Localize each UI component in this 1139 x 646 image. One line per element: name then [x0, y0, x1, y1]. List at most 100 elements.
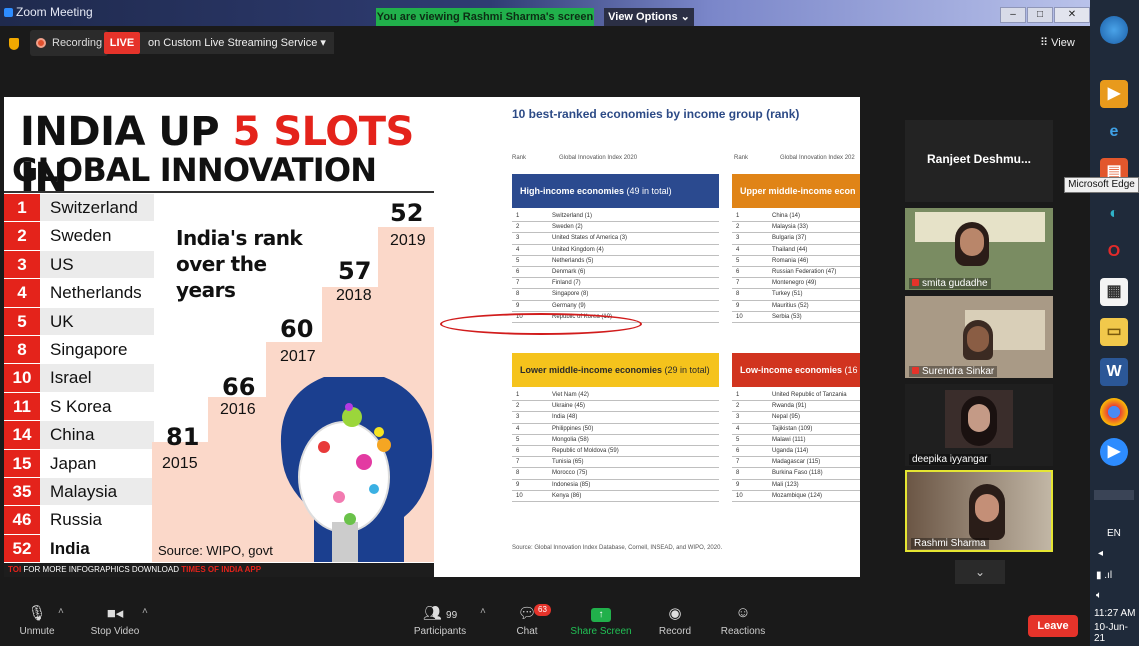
row-rank: 3 — [516, 414, 520, 421]
recording-indicator[interactable]: Recording — [30, 30, 109, 56]
participants-caret-icon[interactable]: ˄ — [480, 606, 486, 617]
table-row: 4 Tajikistan (109) — [732, 424, 860, 435]
head-bulb-illustration — [280, 377, 433, 562]
share-screen-button[interactable]: ↑ Share Screen — [566, 604, 636, 637]
row-rank: 9 — [736, 302, 740, 309]
row-economy: Uganda (114) — [772, 448, 809, 455]
table-row: 5 Mongolia (58) — [512, 435, 719, 446]
leave-button[interactable]: Leave — [1028, 615, 1078, 637]
row-rank: 6 — [736, 448, 740, 455]
row-economy: Thailand (44) — [772, 246, 808, 253]
table-row: 3 Nepal (95) — [732, 412, 860, 424]
zoom-icon — [4, 8, 13, 17]
tray-chevron-icon[interactable]: ◂ — [1098, 548, 1103, 559]
opera-icon[interactable]: O — [1100, 238, 1128, 266]
group-lower-middle: Lower middle-income economies (29 in tot… — [512, 353, 719, 387]
year-rank: 57 — [338, 257, 372, 285]
row-economy: Bulgaria (37) — [772, 235, 807, 242]
table-row: 8 Singapore (8) — [512, 289, 719, 301]
chat-label: Chat — [516, 626, 538, 637]
participant-tile[interactable]: deepika iyyangar — [905, 384, 1053, 466]
year-label: 2018 — [336, 287, 372, 304]
close-button[interactable]: ✕ — [1054, 7, 1090, 23]
table-title: 10 best-ranked economies by income group… — [512, 107, 800, 121]
media-player-icon[interactable]: ▶ — [1100, 80, 1128, 108]
start-button-icon[interactable] — [1100, 16, 1128, 44]
chrome-icon[interactable] — [1100, 398, 1128, 426]
row-rank: 1 — [516, 392, 520, 399]
gallery-scroll-down-chevron-icon[interactable]: ⌄ — [955, 560, 1005, 584]
row-rank: 3 — [736, 235, 740, 242]
volume-icon[interactable]: 🔈︎ — [1096, 590, 1102, 601]
stop-video-button[interactable]: ■◂ Stop Video — [80, 604, 150, 637]
internet-explorer-icon[interactable]: e — [1100, 118, 1128, 146]
word-icon[interactable]: W — [1100, 358, 1128, 386]
row-economy: Burkina Faso (118) — [772, 470, 823, 477]
zoom-app-icon[interactable]: ▶ — [1100, 438, 1128, 466]
row-economy: Nepal (95) — [772, 414, 801, 421]
participant-tile[interactable]: smita gudadhe — [905, 208, 1053, 290]
network-signal-icon[interactable]: ▮ .ıl — [1096, 570, 1112, 581]
group-count: (16 — [844, 365, 858, 375]
participant-tile-active-speaker[interactable]: Rashmi Sharma — [905, 470, 1053, 552]
record-button[interactable]: ◉ Record — [640, 604, 710, 637]
rank-country: S Korea — [40, 392, 154, 421]
live-stream-dropdown[interactable]: on Custom Live Streaming Service ▾ — [140, 32, 334, 54]
table-row: 3 United States of America (3) — [512, 233, 719, 245]
record-label: Record — [658, 626, 692, 637]
caption-line: years — [176, 278, 236, 302]
language-indicator[interactable]: EN — [1107, 528, 1121, 539]
row-economy: Morocco (75) — [552, 470, 588, 477]
row-rank: 6 — [516, 448, 520, 455]
rank-number: 2 — [4, 222, 40, 250]
rank-country: Netherlands — [40, 279, 154, 307]
year-rank: 52 — [390, 199, 424, 227]
security-shield-icon[interactable] — [9, 38, 19, 50]
meeting-toolbar: 🎙︎ Unmute ˄ ■◂ Stop Video ˄ 👥︎ 99 Partic… — [0, 596, 1090, 646]
year-label: 2019 — [390, 232, 426, 249]
row-economy: Netherlands (5) — [552, 257, 594, 264]
footer-app: TIMES OF INDIA APP — [181, 565, 262, 574]
table-row: 8 Burkina Faso (118) — [732, 468, 860, 480]
row-rank: 4 — [736, 425, 740, 432]
audio-options-caret-icon[interactable]: ˄ — [58, 606, 64, 617]
mic-muted-icon — [912, 367, 919, 374]
taskbar-scrollbar[interactable] — [1094, 490, 1134, 500]
view-options-button[interactable]: View Options ⌄ — [604, 8, 694, 27]
participant-tile[interactable]: Surendra Sinkar — [905, 296, 1053, 378]
rank-row: 10 Israel — [4, 364, 154, 393]
row-rank: 8 — [736, 291, 740, 298]
clock-time[interactable]: 11:27 AM — [1094, 608, 1136, 619]
file-explorer-icon[interactable]: ▭ — [1100, 318, 1128, 346]
video-options-caret-icon[interactable]: ˄ — [142, 606, 148, 617]
reactions-button[interactable]: ☺ Reactions — [708, 604, 778, 637]
row-rank: 8 — [516, 470, 520, 477]
table-row: 3 Bulgaria (37) — [732, 233, 860, 245]
view-button[interactable]: ⠿ View — [1040, 36, 1075, 49]
chat-bubble-icon: 💬︎ — [517, 605, 537, 622]
table-row: 2 Sweden (2) — [512, 222, 719, 234]
row-rank: 4 — [736, 246, 740, 253]
rank-row: 14 China — [4, 421, 154, 450]
participant-name: Ranjeet Deshmu... — [926, 152, 1032, 166]
microsoft-edge-icon[interactable]: ◐ — [1100, 200, 1128, 228]
participants-button[interactable]: 👥︎ 99 Participants — [405, 604, 475, 637]
clock-date[interactable]: 10-Jun-21 — [1094, 622, 1139, 644]
notepad-icon[interactable]: ▦ — [1100, 278, 1128, 306]
row-rank: 5 — [736, 436, 740, 443]
rank-number: 52 — [4, 534, 40, 563]
row-rank: 9 — [516, 481, 520, 488]
rank-number: 5 — [4, 307, 40, 335]
minimize-button[interactable]: – — [1000, 7, 1026, 23]
row-rank: 5 — [516, 257, 520, 264]
maximize-button[interactable]: □ — [1027, 7, 1053, 23]
rank-row: 2 Sweden — [4, 222, 154, 251]
participant-name: smita gudadhe — [922, 278, 988, 289]
col-header-gii: Global Innovation Index 202 — [780, 155, 855, 161]
row-rank: 1 — [736, 213, 740, 220]
chat-button[interactable]: 💬︎ 63 Chat — [492, 604, 562, 637]
year-rank: 81 — [166, 423, 200, 451]
table-source: Source: Global Innovation Index Database… — [512, 545, 723, 551]
participant-tile[interactable]: Ranjeet Deshmu... — [905, 120, 1053, 202]
table-row: 2 Ukraine (45) — [512, 401, 719, 413]
